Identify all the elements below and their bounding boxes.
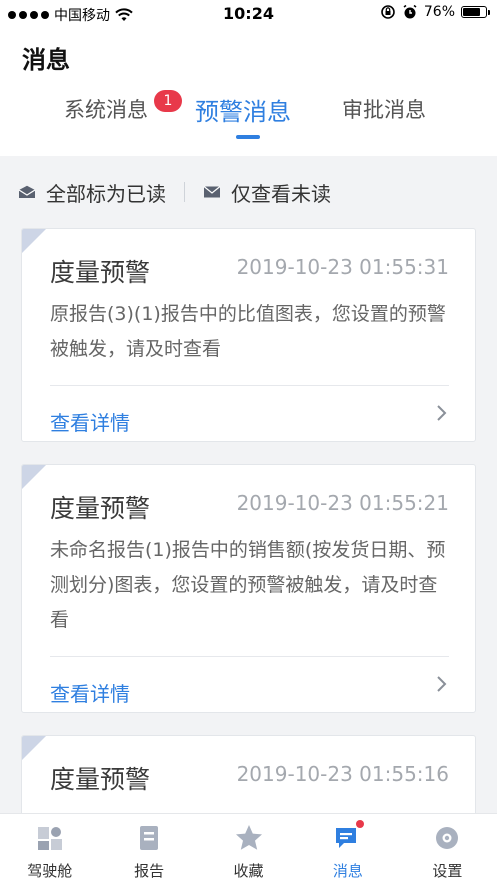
nav-label: 收藏	[233, 862, 264, 880]
chevron-right-icon[interactable]	[431, 403, 451, 423]
settings-icon	[436, 827, 459, 849]
battery-icon	[461, 6, 490, 18]
nav-item-settings[interactable]: 设置	[398, 814, 497, 883]
tab-system-messages[interactable]: 系统消息	[64, 94, 148, 124]
card-body: 未命名报告(1)报告中的销售额(按发货日期、预测划分)图表，您设置的预警被触发，…	[50, 539, 446, 631]
cockpit-icon	[37, 827, 62, 850]
active-tab-indicator	[236, 135, 260, 139]
bottom-tab-bar: 驾驶舱 报告 收藏 消息 设置	[0, 813, 497, 883]
card-title: 度量预警	[50, 494, 151, 523]
mark-all-read-label: 全部标为已读	[46, 181, 166, 206]
tab-bar: 系统消息 1 预警消息 审批消息	[0, 90, 497, 154]
nav-item-favorites[interactable]: 收藏	[199, 814, 298, 883]
tab-alert-messages[interactable]: 预警消息	[195, 92, 291, 127]
rotation-lock-icon	[381, 5, 395, 19]
nav-item-messages[interactable]: 消息	[298, 814, 397, 883]
view-details-link[interactable]: 查看详情	[50, 407, 130, 436]
alarm-icon	[403, 4, 417, 19]
card-divider	[50, 656, 449, 657]
card-corner-marker	[22, 229, 46, 253]
star-icon	[235, 825, 262, 850]
nav-item-cockpit[interactable]: 驾驶舱	[0, 814, 99, 883]
status-bar: 中国移动 10:24 76%	[0, 0, 497, 28]
header: 消息 系统消息 1 预警消息 审批消息	[0, 28, 497, 156]
view-details-link[interactable]: 查看详情	[50, 678, 130, 707]
card-divider	[50, 385, 449, 386]
nav-label: 设置	[432, 862, 463, 880]
card-title: 度量预警	[50, 765, 151, 794]
unread-only-button[interactable]: 仅查看未读	[203, 178, 331, 207]
action-divider	[184, 182, 185, 202]
card-timestamp: 2019-10-23 01:55:31	[236, 255, 449, 279]
card-corner-marker	[22, 465, 46, 489]
unread-only-label: 仅查看未读	[231, 181, 331, 206]
nav-label: 驾驶舱	[27, 862, 73, 880]
card-timestamp: 2019-10-23 01:55:21	[236, 491, 449, 515]
nav-label: 消息	[332, 862, 363, 880]
nav-item-report[interactable]: 报告	[99, 814, 198, 883]
tab-approval-messages[interactable]: 审批消息	[342, 94, 426, 124]
card-timestamp: 2019-10-23 01:55:16	[236, 762, 449, 786]
status-bar-right: 76%	[380, 4, 490, 20]
alert-card: 度量预警 2019-10-23 01:55:21 未命名报告(1)报告中的销售额…	[21, 464, 476, 713]
message-actions: 全部标为已读 仅查看未读	[18, 172, 331, 212]
nav-label: 报告	[134, 862, 165, 880]
mail-icon	[203, 186, 221, 198]
battery-fill	[463, 8, 480, 16]
card-corner-marker	[22, 736, 46, 760]
open-mail-icon	[18, 185, 36, 198]
alert-card: 度量预警 2019-10-23 01:55:31 原报告(3)(1)报告中的比值…	[21, 228, 476, 442]
card-body: 原报告(3)(1)报告中的比值图表，您设置的预警被触发，请及时查看	[50, 303, 446, 360]
report-icon	[140, 826, 159, 850]
page-title: 消息	[22, 46, 70, 74]
battery-percent: 76%	[423, 4, 455, 20]
card-title: 度量预警	[50, 258, 151, 287]
mark-all-read-button[interactable]: 全部标为已读	[18, 178, 166, 207]
unread-badge: 1	[154, 90, 182, 112]
chevron-right-icon[interactable]	[431, 674, 451, 694]
